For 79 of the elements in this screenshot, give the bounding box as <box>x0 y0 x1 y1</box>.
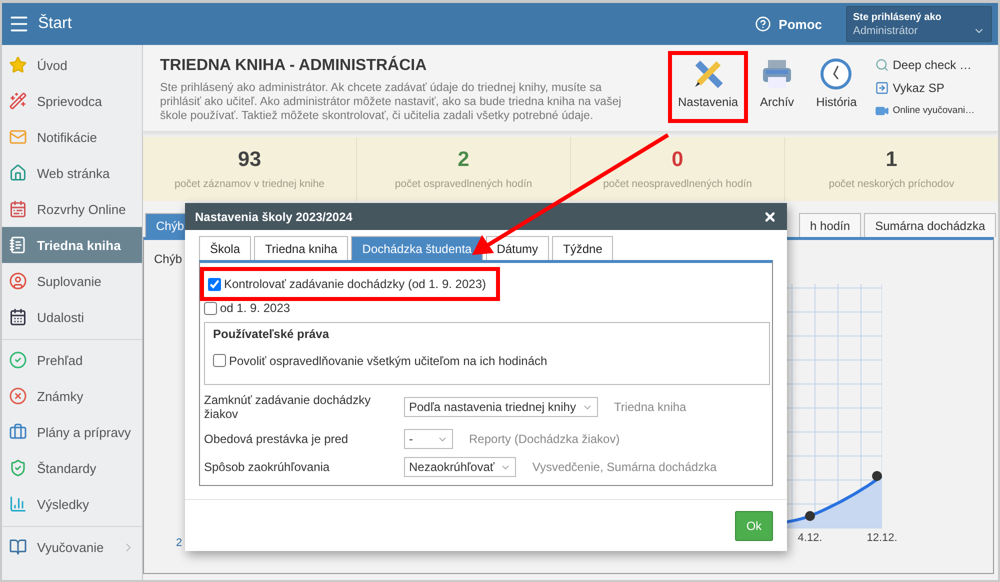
field-note: Reporty (Dochádzka žiakov) <box>469 432 621 446</box>
check-circle-icon <box>9 351 27 369</box>
page-title: TRIEDNA KNIHA - ADMINISTRÁCIA <box>160 57 428 75</box>
checkbox-option[interactable]: Povoliť ospravedlňovanie všetkým učiteľom na ich hodinách <box>213 350 548 370</box>
sidebar-item[interactable]: Web stránka <box>2 155 142 191</box>
notebook-icon <box>9 236 27 254</box>
field-note: Vysvedčenie, Sumárna dochádzka <box>532 460 718 474</box>
sidebar-item[interactable]: Vyučovanie <box>2 529 142 565</box>
envelope-icon <box>9 128 27 146</box>
field-label: Obedová prestávka je pred <box>204 432 350 446</box>
checkbox[interactable] <box>204 302 217 314</box>
checkbox-option[interactable]: Kontrolovať zadávanie dochádzky (od 1. 9. 2023) <box>200 267 500 301</box>
dialog-title: Nastavenia školy 2023/2024 <box>195 210 352 224</box>
sidebar-item[interactable]: Notifikácie <box>2 119 142 155</box>
toolbar-button[interactable]: História <box>806 51 867 123</box>
sidebar-item[interactable]: Výsledky <box>2 486 142 522</box>
sidebar-item[interactable]: Rozvrhy Online <box>2 191 142 227</box>
dialog-tab[interactable]: Týždne <box>552 236 614 260</box>
tab[interactable]: Sumárna dochádzka <box>864 213 996 237</box>
axis-label: 12.12. <box>866 532 898 544</box>
toolbar-link[interactable]: Vykaz SP <box>874 78 975 97</box>
stat-value: 93 <box>238 148 262 172</box>
toolbar-button[interactable]: Archív <box>750 51 804 123</box>
group-title: Používateľské práva <box>213 326 330 340</box>
stat-label: počet ospravedlnených hodín <box>394 178 532 190</box>
help-icon <box>754 16 771 32</box>
sidebar-item[interactable]: Známky <box>2 378 142 414</box>
dialog-tab[interactable]: Škola <box>199 236 252 260</box>
stat-label: počet neskorých príchodov <box>828 178 954 190</box>
dialog-tab[interactable]: Dátumy <box>486 236 550 260</box>
toolbar-button[interactable]: Nastavenia <box>668 51 748 123</box>
dialog-tab[interactable]: Dochádzka študenta <box>351 236 483 260</box>
checkbox[interactable] <box>213 354 226 367</box>
house-icon <box>9 164 27 182</box>
field-label: Zamknúť zadávanie dochádzky žiakov <box>204 393 372 421</box>
close-button[interactable] <box>763 210 777 224</box>
calendar-icon <box>9 308 27 326</box>
checkbox[interactable] <box>208 278 221 290</box>
briefcase-icon <box>9 423 27 441</box>
sidebar-item[interactable]: Udalosti <box>2 299 142 335</box>
select-field[interactable]: Nezaokrúhľovať <box>404 457 516 477</box>
dialog-tab[interactable]: Triedna kniha <box>254 236 348 260</box>
sidebar-item[interactable]: Štandardy <box>2 450 142 486</box>
user-menu[interactable]: Ste prihlásený ako Administrátor <box>846 6 992 42</box>
sidebar-item[interactable]: Triedna kniha <box>2 227 142 263</box>
sidebar-item[interactable]: Plány a prípravy <box>2 414 142 450</box>
sidebar-item[interactable]: Prehľad <box>2 342 142 378</box>
stat-value: 0 <box>672 148 684 172</box>
stat-value: 2 <box>458 148 470 172</box>
page-description: Ste prihlásený ako administrátor. Ak chcete zadávať údaje do triednej knihy, musíte sa prihlásiť ako učiteľ. Ako administrátor môžete nastaviť, ako sa bude triedna kniha na vašej škole používať. Taktiež môžete skontrolovať, či učitelia zadali všetky potrebné údaje. <box>160 81 622 123</box>
toolbar-link[interactable]: Deep check … <box>874 55 975 74</box>
select-field[interactable]: Podľa nastavenia triednej knihy <box>404 397 598 417</box>
app-title: Štart <box>38 15 72 33</box>
star-icon <box>9 56 27 74</box>
help-link[interactable]: Pomoc <box>754 16 822 32</box>
shield-icon <box>9 459 27 477</box>
stat-label: počet neospravedlnených hodín <box>603 178 752 190</box>
field-note: Triedna kniha <box>614 400 688 414</box>
search-icon <box>874 58 889 72</box>
sidebar-item[interactable]: Sprievodca <box>2 83 142 119</box>
sidebar-item[interactable]: Úvod <box>2 47 142 83</box>
clock-icon <box>819 57 854 91</box>
bar-chart-icon <box>9 495 27 513</box>
axis-label: 2 <box>176 537 182 549</box>
stat-value: 1 <box>886 148 898 172</box>
export-icon <box>874 80 889 94</box>
magic-wand-icon <box>9 92 27 110</box>
stat-label: počet záznamov v triednej knihe <box>174 178 324 190</box>
select-field[interactable]: - <box>404 429 453 449</box>
user-icon <box>9 272 27 290</box>
book-icon <box>9 538 27 556</box>
section-heading: Chýb <box>154 252 182 266</box>
toolbar-link[interactable]: Online vyučovani… <box>874 101 975 120</box>
field-label: Spôsob zaokrúhľovania <box>204 460 331 474</box>
sidebar-item[interactable]: Suplovanie <box>2 263 142 299</box>
calendar-icon <box>9 200 27 218</box>
axis-label: 4.12. <box>796 532 824 544</box>
tab[interactable]: h hodín <box>799 213 862 237</box>
checkbox-option[interactable]: od 1. 9. 2023 <box>204 298 290 318</box>
